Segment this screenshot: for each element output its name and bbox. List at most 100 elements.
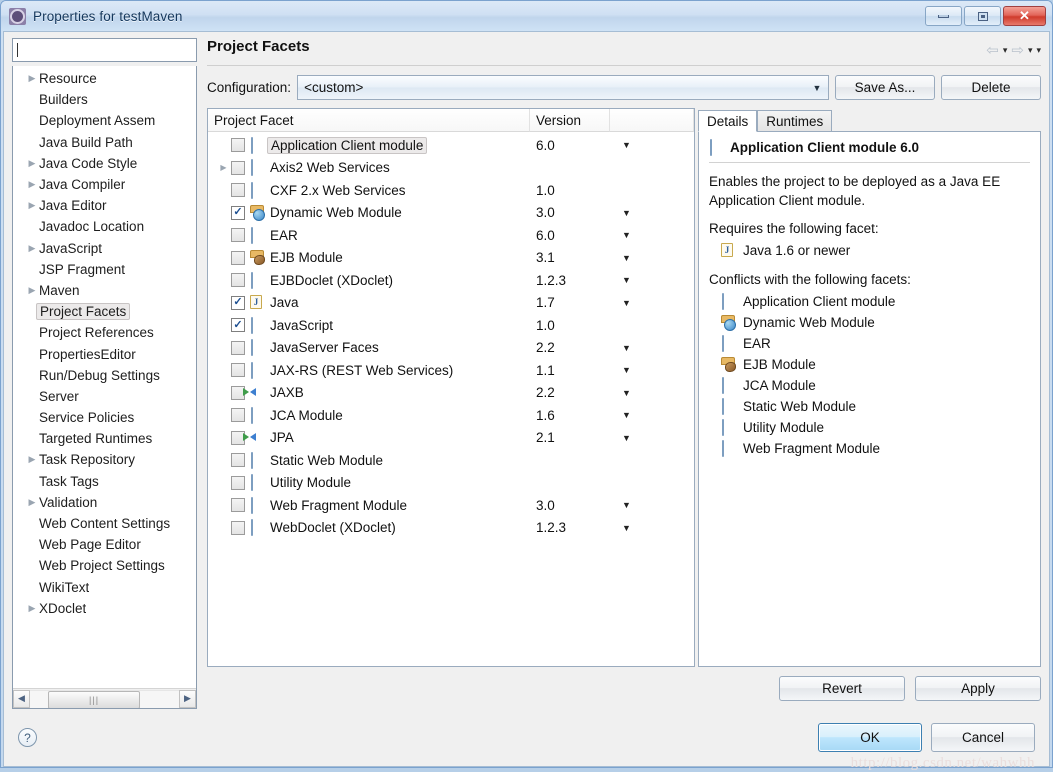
column-header-version[interactable]: Version	[530, 109, 610, 132]
facet-checkbox[interactable]	[231, 363, 245, 378]
minimize-button[interactable]	[925, 6, 962, 26]
sidebar-item-builders[interactable]: ▶Builders	[13, 89, 196, 110]
facet-checkbox[interactable]	[231, 340, 245, 355]
help-icon[interactable]: ?	[18, 728, 37, 747]
facet-checkbox[interactable]	[231, 250, 245, 265]
table-row[interactable]: JAX-RS (REST Web Services) 1.1 ▼	[208, 359, 694, 382]
facet-checkbox[interactable]	[231, 160, 245, 175]
version-dropdown-icon[interactable]: ▼	[610, 365, 694, 375]
column-header-extra[interactable]	[610, 109, 694, 132]
version-dropdown-icon[interactable]: ▼	[610, 208, 694, 218]
sidebar-horizontal-scrollbar[interactable]: ◀ ||| ▶	[13, 688, 196, 708]
table-row[interactable]: JCA Module 1.6 ▼	[208, 404, 694, 427]
chevron-right-icon[interactable]: ▶	[25, 454, 39, 465]
chevron-right-icon[interactable]: ▶	[25, 243, 39, 254]
sidebar-item-task-repository[interactable]: ▶ Task Repository	[13, 449, 196, 470]
sidebar-item-java-compiler[interactable]: ▶ Java Compiler	[13, 174, 196, 195]
chevron-right-icon[interactable]: ▶	[25, 603, 39, 614]
sidebar-item-web-project-settings[interactable]: ▶Web Project Settings	[13, 555, 196, 576]
facet-checkbox[interactable]	[231, 520, 245, 535]
version-dropdown-icon[interactable]: ▼	[610, 140, 694, 150]
sidebar-item-javadoc-location[interactable]: ▶Javadoc Location	[13, 216, 196, 237]
table-row[interactable]: ✓ JavaScript 1.0	[208, 314, 694, 337]
scroll-right-icon[interactable]: ▶	[179, 689, 196, 708]
sidebar-item-project-facets[interactable]: ▶Project Facets	[13, 301, 196, 322]
table-row[interactable]: WebDoclet (XDoclet) 1.2.3 ▼	[208, 517, 694, 540]
chevron-right-icon[interactable]: ▶	[25, 285, 39, 296]
forward-menu-icon[interactable]: ▾	[1028, 45, 1033, 56]
facet-checkbox[interactable]: ✓	[231, 295, 245, 310]
column-header-project-facet[interactable]: Project Facet	[208, 109, 530, 132]
sidebar-item-javascript[interactable]: ▶ JavaScript	[13, 238, 196, 259]
facet-checkbox[interactable]: ✓	[231, 205, 245, 220]
page-menu-icon[interactable]: ▾	[1036, 45, 1041, 56]
version-dropdown-icon[interactable]: ▼	[610, 410, 694, 420]
maximize-button[interactable]	[964, 6, 1001, 26]
table-row[interactable]: ▶ Axis2 Web Services	[208, 157, 694, 180]
sidebar-item-web-page-editor[interactable]: ▶Web Page Editor	[13, 534, 196, 555]
chevron-right-icon[interactable]: ▶	[25, 73, 39, 84]
table-row[interactable]: Web Fragment Module 3.0 ▼	[208, 494, 694, 517]
sidebar-item-run-debug-settings[interactable]: ▶Run/Debug Settings	[13, 365, 196, 386]
apply-button[interactable]: Apply	[915, 676, 1041, 701]
close-button[interactable]: ✕	[1003, 6, 1046, 26]
table-row[interactable]: ✓ J Java 1.7 ▼	[208, 292, 694, 315]
facet-checkbox[interactable]	[231, 498, 245, 513]
sidebar-item-project-references[interactable]: ▶Project References	[13, 322, 196, 343]
sidebar-item-server[interactable]: ▶Server	[13, 386, 196, 407]
facet-checkbox[interactable]: ✓	[231, 318, 245, 333]
version-dropdown-icon[interactable]: ▼	[610, 343, 694, 353]
scroll-thumb[interactable]: |||	[47, 690, 141, 708]
ok-button[interactable]: OK	[818, 723, 922, 752]
chevron-right-icon[interactable]: ▶	[25, 179, 39, 190]
forward-icon[interactable]: ⇨	[1011, 41, 1024, 59]
table-row[interactable]: JAXB 2.2 ▼	[208, 382, 694, 405]
sidebar-item-java-editor[interactable]: ▶ Java Editor	[13, 195, 196, 216]
sidebar-item-task-tags[interactable]: ▶Task Tags	[13, 471, 196, 492]
sidebar-item-resource[interactable]: ▶ Resource	[13, 68, 196, 89]
settings-tree[interactable]: ▶Resource▶Builders▶Deployment Assem▶Java…	[12, 66, 197, 709]
table-row[interactable]: JavaServer Faces 2.2 ▼	[208, 337, 694, 360]
configuration-select[interactable]: <custom> ▼	[297, 75, 829, 100]
sidebar-item-maven[interactable]: ▶ Maven	[13, 280, 196, 301]
sidebar-item-targeted-runtimes[interactable]: ▶Targeted Runtimes	[13, 428, 196, 449]
sidebar-item-wikitext[interactable]: ▶WikiText	[13, 577, 196, 598]
table-row[interactable]: ✓ Dynamic Web Module 3.0 ▼	[208, 202, 694, 225]
version-dropdown-icon[interactable]: ▼	[610, 253, 694, 263]
version-dropdown-icon[interactable]: ▼	[610, 500, 694, 510]
cancel-button[interactable]: Cancel	[931, 723, 1035, 752]
sidebar-item-service-policies[interactable]: ▶Service Policies	[13, 407, 196, 428]
table-row[interactable]: EJB Module 3.1 ▼	[208, 247, 694, 270]
table-row[interactable]: Utility Module	[208, 472, 694, 495]
version-dropdown-icon[interactable]: ▼	[610, 523, 694, 533]
chevron-right-icon[interactable]: ▶	[216, 163, 231, 172]
save-as-button[interactable]: Save As...	[835, 75, 935, 100]
chevron-down-icon[interactable]: ▼	[806, 83, 828, 93]
sidebar-item-deployment-assem[interactable]: ▶Deployment Assem	[13, 110, 196, 131]
chevron-right-icon[interactable]: ▶	[25, 158, 39, 169]
sidebar-item-validation[interactable]: ▶ Validation	[13, 492, 196, 513]
title-bar[interactable]: Properties for testMaven ✕	[1, 1, 1052, 31]
table-row[interactable]: CXF 2.x Web Services 1.0	[208, 179, 694, 202]
tab-runtimes[interactable]: Runtimes	[757, 110, 833, 132]
facet-checkbox[interactable]	[231, 453, 245, 468]
back-menu-icon[interactable]: ▾	[1003, 45, 1008, 56]
scroll-track[interactable]: |||	[30, 689, 179, 708]
chevron-right-icon[interactable]: ▶	[25, 497, 39, 508]
sidebar-item-web-content-settings[interactable]: ▶Web Content Settings	[13, 513, 196, 534]
facet-checkbox[interactable]	[231, 228, 245, 243]
sidebar-item-java-code-style[interactable]: ▶ Java Code Style	[13, 153, 196, 174]
version-dropdown-icon[interactable]: ▼	[610, 388, 694, 398]
facets-table[interactable]: Project Facet Version Application Client…	[207, 108, 695, 667]
sidebar-item-java-build-path[interactable]: ▶Java Build Path	[13, 132, 196, 153]
back-icon[interactable]: ⇦	[986, 41, 999, 59]
sidebar-item-propertieseditor[interactable]: ▶PropertiesEditor	[13, 343, 196, 364]
chevron-right-icon[interactable]: ▶	[25, 200, 39, 211]
delete-button[interactable]: Delete	[941, 75, 1041, 100]
sidebar-item-xdoclet[interactable]: ▶ XDoclet	[13, 598, 196, 619]
table-row[interactable]: Static Web Module	[208, 449, 694, 472]
facet-checkbox[interactable]	[231, 408, 245, 423]
revert-button[interactable]: Revert	[779, 676, 905, 701]
filter-input[interactable]	[18, 41, 192, 59]
table-row[interactable]: Application Client module 6.0 ▼	[208, 134, 694, 157]
